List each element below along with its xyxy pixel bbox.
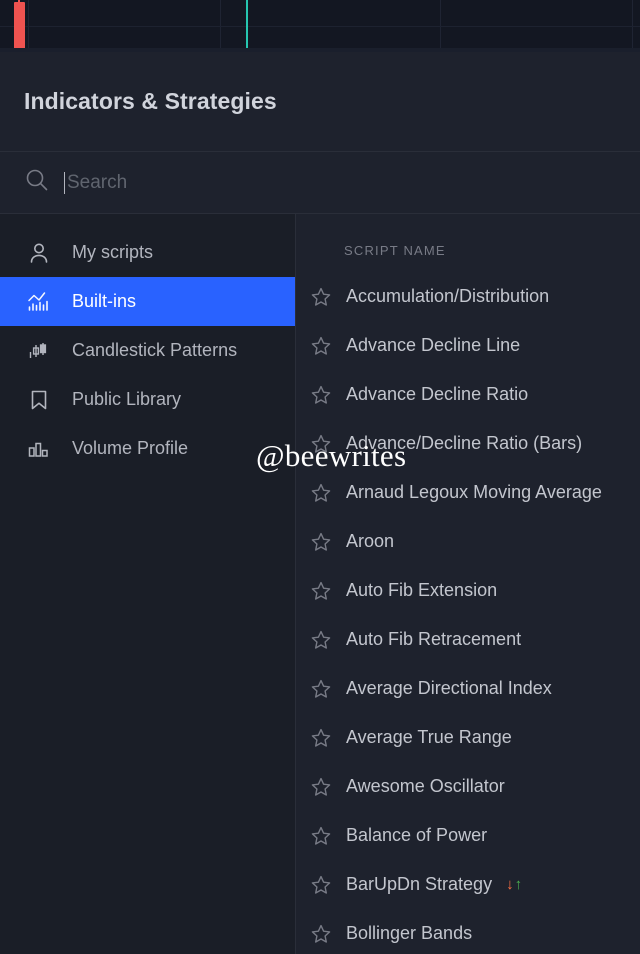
script-rows: Accumulation/Distribution Advance Decline… bbox=[296, 272, 640, 954]
candle-body-bearish bbox=[14, 2, 25, 50]
script-name-label: Advance/Decline Ratio (Bars) bbox=[346, 433, 583, 453]
text-caret bbox=[64, 171, 65, 194]
script-name-label: Average Directional Index bbox=[346, 678, 552, 698]
script-name-label: Balance of Power bbox=[346, 825, 488, 845]
candlestick-icon bbox=[26, 338, 52, 364]
sidebar-item-public-library[interactable]: Public Library bbox=[0, 375, 295, 424]
script-name-label: Auto Fib Extension bbox=[346, 580, 498, 600]
search-icon bbox=[24, 167, 50, 198]
script-list-item[interactable]: Accumulation/Distribution bbox=[296, 272, 640, 321]
sidebar-item-label: Volume Profile bbox=[72, 438, 189, 458]
search-bar[interactable]: Search bbox=[0, 151, 640, 214]
bar-chart-icon bbox=[26, 436, 52, 462]
script-list-item[interactable]: Advance Decline Ratio bbox=[296, 370, 640, 419]
favorite-star-icon[interactable] bbox=[310, 580, 332, 602]
indicators-panel: Indicators & Strategies Search My script… bbox=[0, 52, 640, 954]
favorite-star-icon[interactable] bbox=[310, 531, 332, 553]
script-name-label: Accumulation/Distribution bbox=[346, 286, 550, 306]
script-list-item[interactable]: Average True Range bbox=[296, 713, 640, 762]
favorite-star-icon[interactable] bbox=[310, 629, 332, 651]
favorite-star-icon[interactable] bbox=[310, 776, 332, 798]
script-name-label: Arnaud Legoux Moving Average bbox=[346, 482, 602, 502]
script-name-label: Aroon bbox=[346, 531, 395, 551]
script-list-item[interactable]: Aroon bbox=[296, 517, 640, 566]
script-list-item[interactable]: Advance/Decline Ratio (Bars) bbox=[296, 419, 640, 468]
sidebar: My scripts Built-ins Candlestick Pattern… bbox=[0, 214, 296, 954]
favorite-star-icon[interactable] bbox=[310, 678, 332, 700]
script-name-label: Auto Fib Retracement bbox=[346, 629, 522, 649]
script-list-item[interactable]: BarUpDn Strategy ↓ ↑ bbox=[296, 860, 640, 909]
indicators-dialog-screen: Indicators & Strategies Search My script… bbox=[0, 0, 640, 954]
favorite-star-icon[interactable] bbox=[310, 874, 332, 896]
script-name-label: Bollinger Bands bbox=[346, 923, 473, 943]
script-badges: ↓ ↑ bbox=[506, 877, 522, 892]
sidebar-item-built-ins[interactable]: Built-ins bbox=[0, 277, 295, 326]
script-list-item[interactable]: Auto Fib Retracement bbox=[296, 615, 640, 664]
script-list-item[interactable]: Arnaud Legoux Moving Average bbox=[296, 468, 640, 517]
sidebar-item-label: Public Library bbox=[72, 389, 182, 409]
bookmark-icon bbox=[26, 387, 52, 413]
favorite-star-icon[interactable] bbox=[310, 286, 332, 308]
candle-wick-bullish bbox=[246, 0, 248, 52]
favorite-star-icon[interactable] bbox=[310, 384, 332, 406]
page-title: Indicators & Strategies bbox=[24, 88, 277, 114]
favorite-star-icon[interactable] bbox=[310, 433, 332, 455]
sidebar-item-label: Candlestick Patterns bbox=[72, 340, 238, 360]
script-name-label: Advance Decline Line bbox=[346, 335, 521, 355]
arrow-up-icon: ↑ bbox=[514, 876, 523, 893]
line-bars-chart-icon bbox=[26, 289, 52, 315]
favorite-star-icon[interactable] bbox=[310, 482, 332, 504]
script-list: Script name Accumulation/Distribution Adv… bbox=[296, 214, 640, 954]
sidebar-item-label: My scripts bbox=[72, 242, 153, 262]
chart-gridline-horizontal bbox=[0, 26, 640, 27]
background-chart-strip bbox=[0, 0, 640, 52]
favorite-star-icon[interactable] bbox=[310, 727, 332, 749]
arrow-down-icon: ↓ bbox=[506, 876, 514, 893]
script-list-item[interactable]: Average Directional Index bbox=[296, 664, 640, 713]
script-name-label: Average True Range bbox=[346, 727, 512, 747]
panel-body: My scripts Built-ins Candlestick Pattern… bbox=[0, 214, 640, 954]
favorite-star-icon[interactable] bbox=[310, 335, 332, 357]
script-list-item[interactable]: Bollinger Bands bbox=[296, 909, 640, 954]
column-header-script-name: Script name bbox=[344, 242, 446, 258]
script-name-label: BarUpDn Strategy bbox=[346, 874, 493, 894]
favorite-star-icon[interactable] bbox=[310, 923, 332, 945]
sidebar-item-candlestick-patterns[interactable]: Candlestick Patterns bbox=[0, 326, 295, 375]
sidebar-item-volume-profile[interactable]: Volume Profile bbox=[0, 424, 295, 473]
favorite-star-icon[interactable] bbox=[310, 825, 332, 847]
sidebar-item-my-scripts[interactable]: My scripts bbox=[0, 228, 295, 277]
script-list-item[interactable]: Awesome Oscillator bbox=[296, 762, 640, 811]
search-input[interactable]: Search bbox=[64, 152, 616, 213]
script-list-item[interactable]: Advance Decline Line bbox=[296, 321, 640, 370]
person-icon bbox=[26, 240, 52, 266]
script-list-item[interactable]: Auto Fib Extension bbox=[296, 566, 640, 615]
script-name-label: Awesome Oscillator bbox=[346, 776, 505, 796]
script-name-label: Advance Decline Ratio bbox=[346, 384, 529, 404]
search-placeholder: Search bbox=[67, 171, 128, 193]
sidebar-item-label: Built-ins bbox=[72, 291, 137, 311]
script-list-item[interactable]: Balance of Power bbox=[296, 811, 640, 860]
panel-header: Indicators & Strategies bbox=[0, 52, 640, 151]
